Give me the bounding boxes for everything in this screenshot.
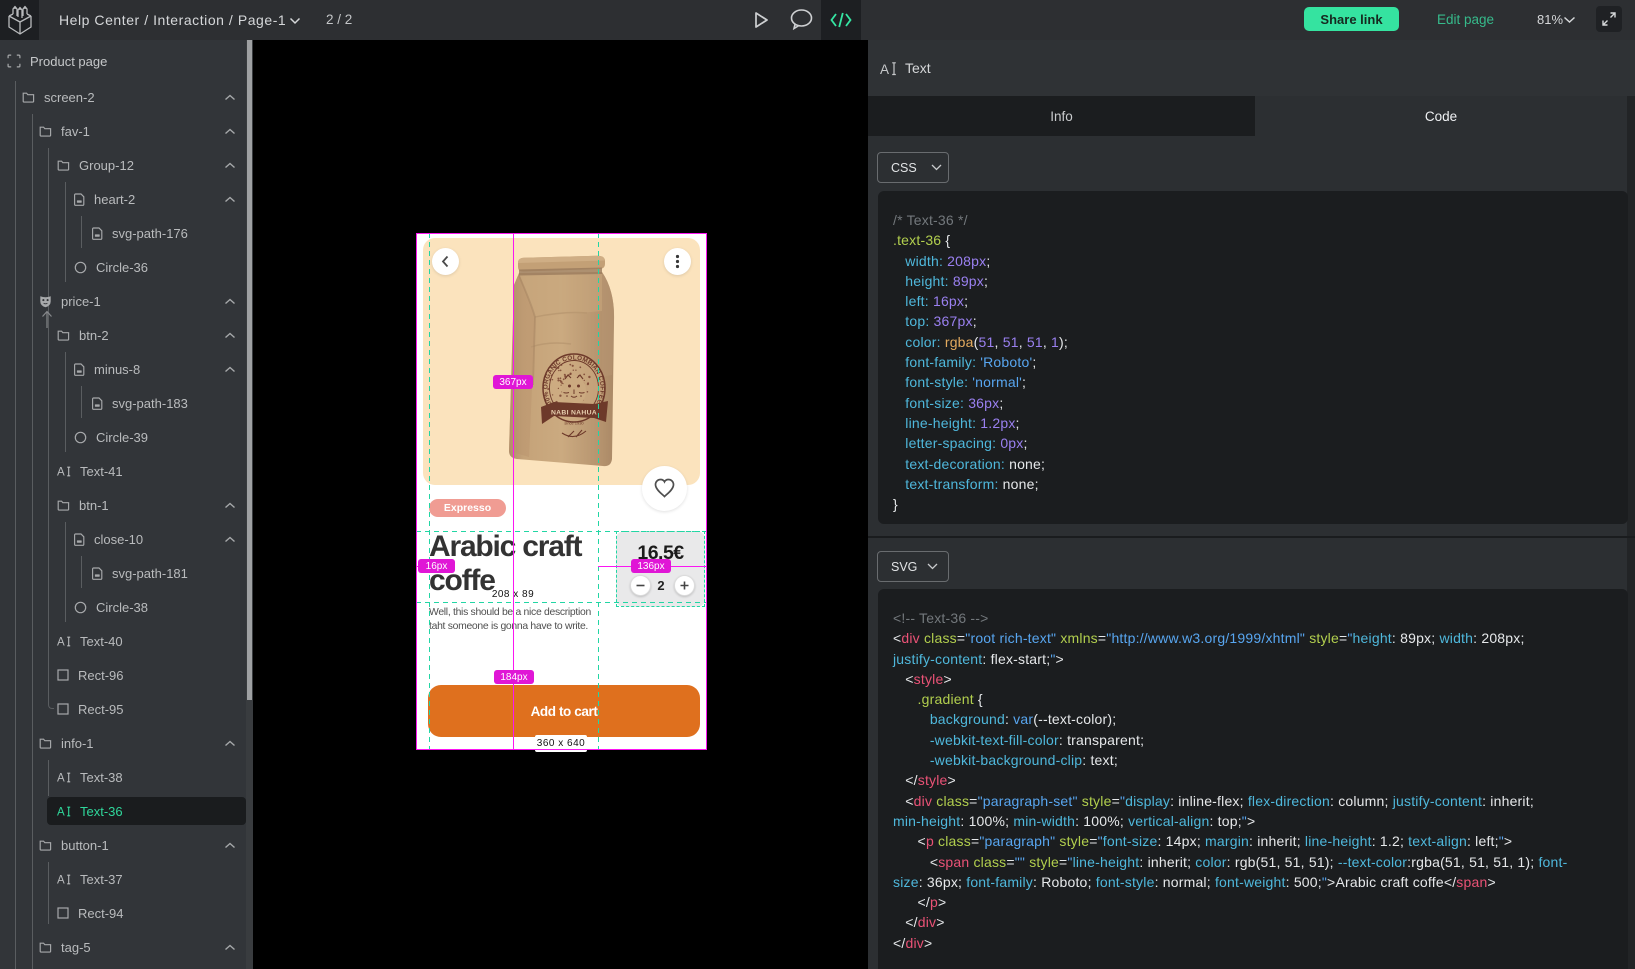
svg-text:A: A bbox=[880, 62, 889, 76]
